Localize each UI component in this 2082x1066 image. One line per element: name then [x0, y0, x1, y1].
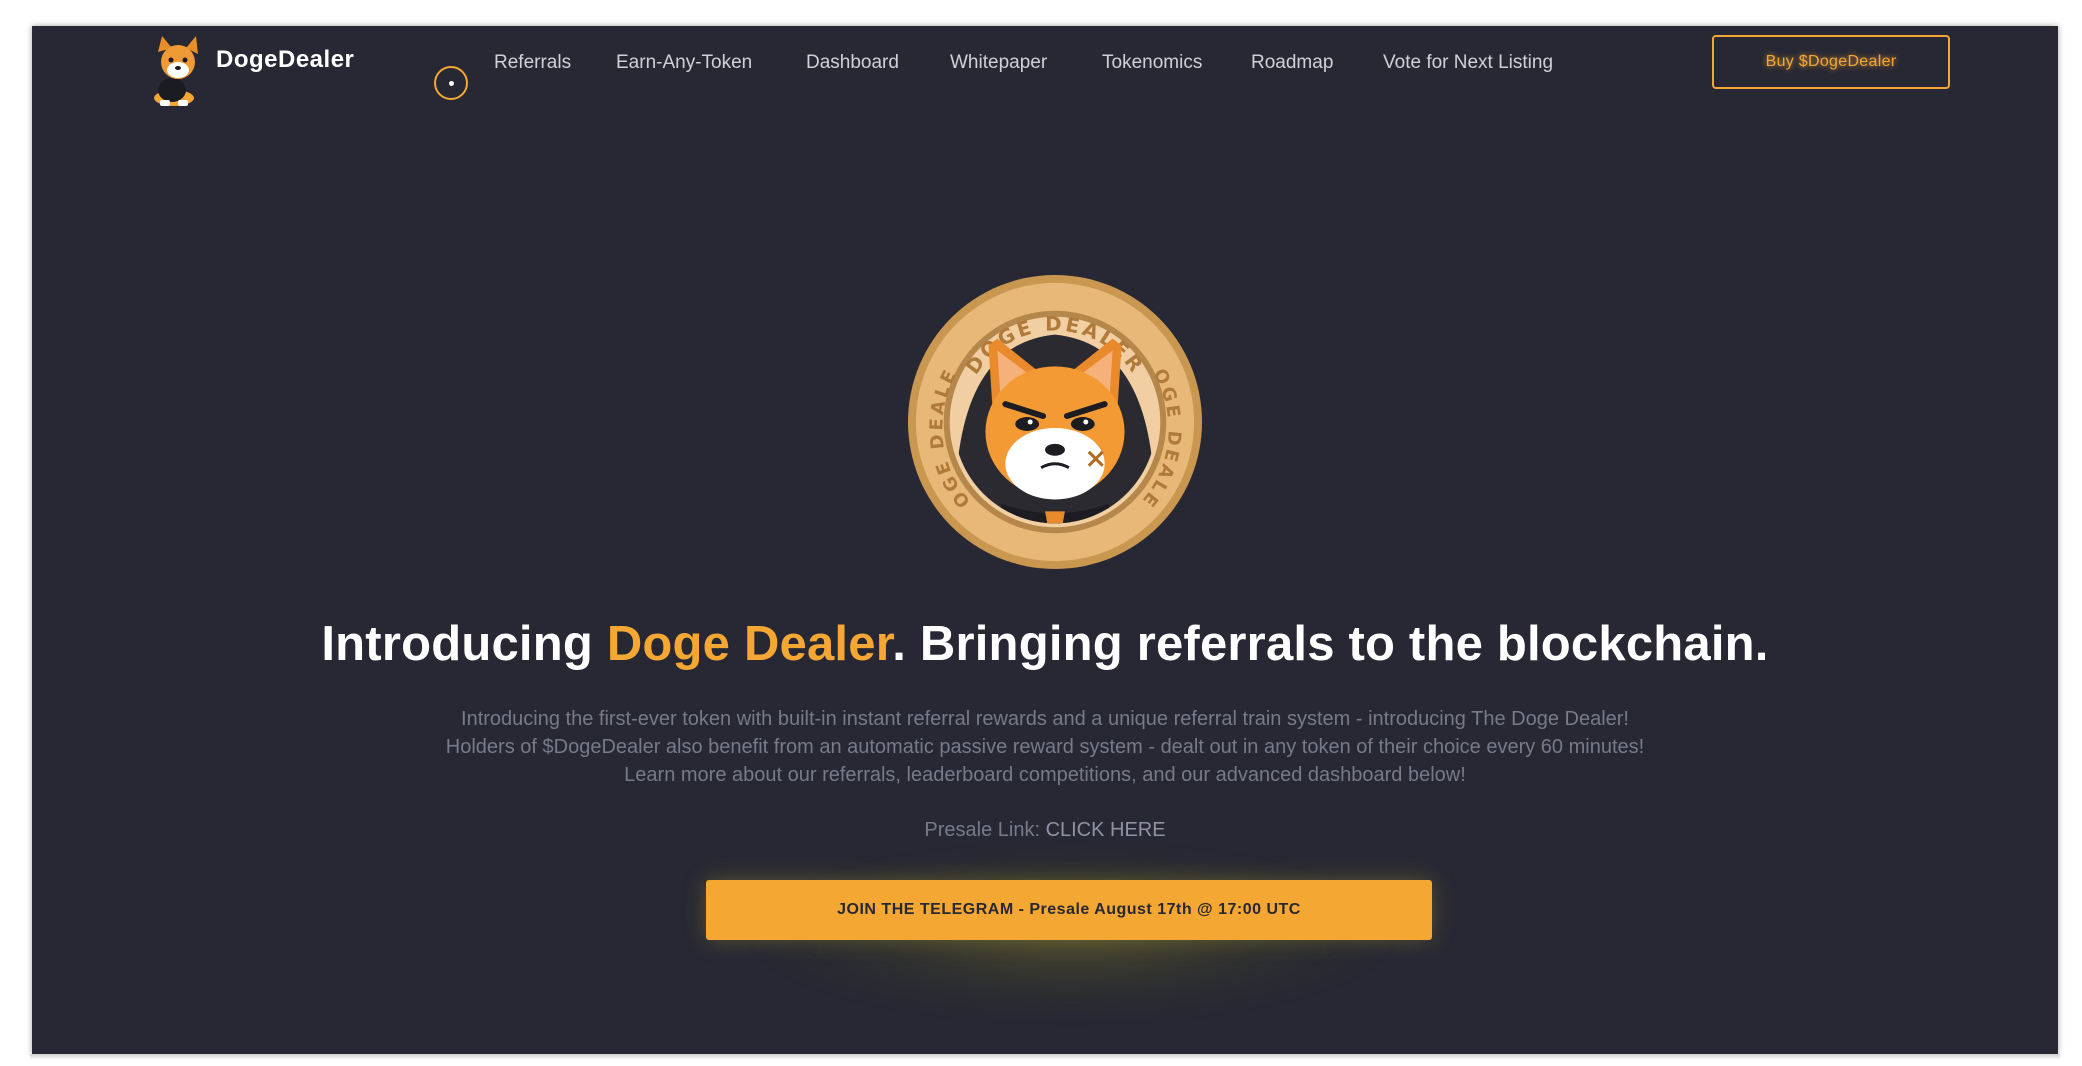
headline-part-2: . Bringing referrals to the blockchain. — [892, 617, 1769, 671]
nav-toggle-icon[interactable] — [434, 66, 468, 100]
buy-token-button[interactable]: Buy $DogeDealer — [1712, 35, 1950, 89]
nav-item-referrals[interactable]: Referrals — [494, 52, 571, 74]
doge-coin-icon: DOGE DEALER DOGE DEALER DOGE DEALER — [906, 273, 1203, 570]
hero-description: Introducing the first-ever token with bu… — [32, 705, 2058, 789]
page-bottom-shadow — [30, 1054, 2060, 1060]
presale-label: Presale Link: — [924, 819, 1046, 841]
desc-line-2: Holders of $DogeDealer also benefit from… — [445, 736, 1645, 758]
headline-part-1: Introducing — [321, 617, 607, 671]
join-telegram-button[interactable]: JOIN THE TELEGRAM - Presale August 17th … — [706, 880, 1432, 940]
nav-item-whitepaper[interactable]: Whitepaper — [950, 52, 1047, 74]
nav-toggle-dot — [448, 80, 454, 86]
presale-link[interactable]: CLICK HERE — [1046, 819, 1166, 841]
hero-headline: Introducing Doge Dealer. Bringing referr… — [32, 616, 2058, 672]
screenshot-frame: DogeDealer Referrals Earn-Any-Token Dash… — [0, 0, 2082, 1066]
landing-page: DogeDealer Referrals Earn-Any-Token Dash… — [32, 26, 2058, 1054]
nav-item-dashboard[interactable]: Dashboard — [806, 52, 899, 74]
brand-name[interactable]: DogeDealer — [216, 46, 354, 74]
nav-item-vote-next-listing[interactable]: Vote for Next Listing — [1383, 52, 1553, 74]
nav-item-roadmap[interactable]: Roadmap — [1251, 52, 1333, 74]
nav-item-tokenomics[interactable]: Tokenomics — [1102, 52, 1202, 74]
desc-line-1: Introducing the first-ever token with bu… — [461, 708, 1629, 730]
headline-accent: Doge Dealer — [606, 617, 893, 671]
presale-row: Presale Link: CLICK HERE — [32, 819, 2058, 842]
nav-item-earn-any-token[interactable]: Earn-Any-Token — [616, 52, 752, 74]
desc-line-3: Learn more about our referrals, leaderbo… — [624, 764, 1466, 786]
